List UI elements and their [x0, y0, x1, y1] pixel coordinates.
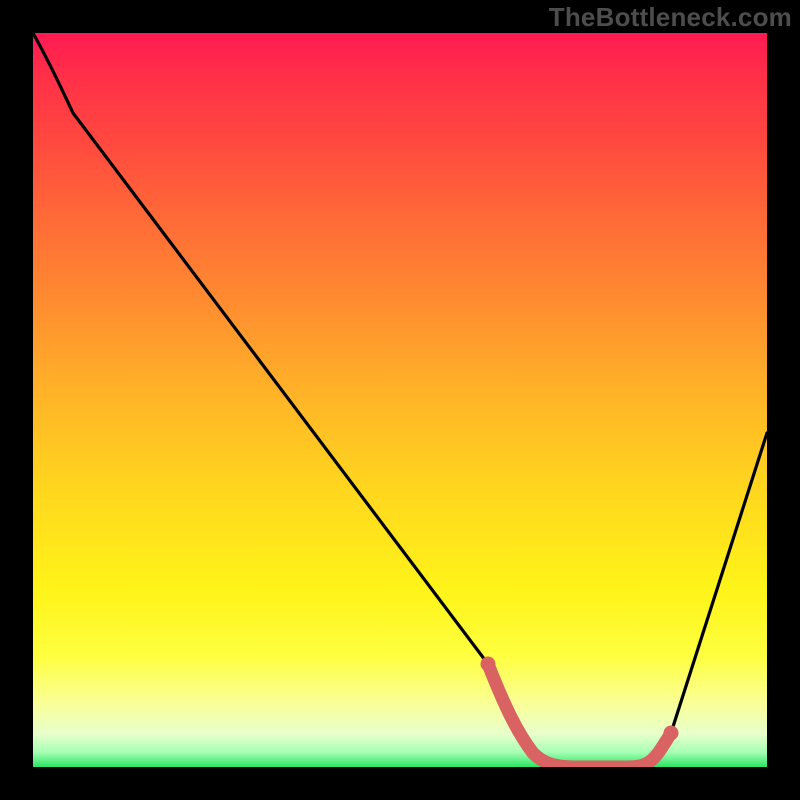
highlight-end-dot [664, 726, 679, 741]
watermark-text: TheBottleneck.com [549, 2, 792, 33]
bottleneck-curve [33, 33, 767, 767]
plot-area [33, 33, 767, 767]
highlight-start-dot [481, 657, 496, 672]
highlight-trough [488, 664, 671, 767]
chart-frame: TheBottleneck.com [0, 0, 800, 800]
curve-layer [33, 33, 767, 767]
